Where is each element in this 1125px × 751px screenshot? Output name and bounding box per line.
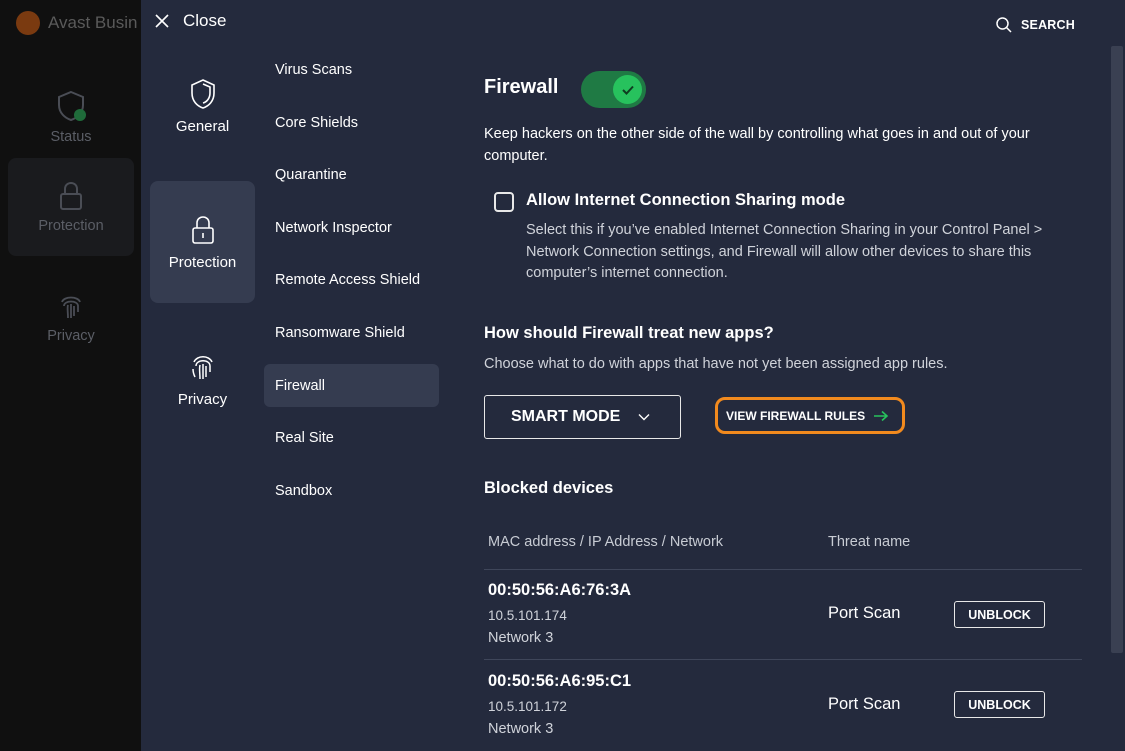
row-network: Network 3 <box>488 630 554 646</box>
row-mac-address: 00:50:56:A6:95:C1 <box>488 672 632 690</box>
mode-dropdown[interactable]: SMART MODE <box>484 395 681 439</box>
new-apps-description: Choose what to do with apps that have no… <box>484 356 948 372</box>
table-divider <box>484 569 1082 570</box>
submenu-real-site[interactable]: Real Site <box>264 416 439 459</box>
unblock-button[interactable]: UNBLOCK <box>954 601 1045 628</box>
view-firewall-rules-button[interactable]: VIEW FIREWALL RULES <box>715 397 905 434</box>
category-privacy[interactable]: Privacy <box>150 318 255 440</box>
bg-nav-privacy-label: Privacy <box>47 328 95 344</box>
avast-logo-icon <box>16 11 40 35</box>
category-protection[interactable]: Protection <box>150 181 255 303</box>
submenu-quarantine[interactable]: Quarantine <box>264 153 439 196</box>
submenu-ransomware-shield[interactable]: Ransomware Shield <box>264 311 439 354</box>
view-firewall-rules-label: VIEW FIREWALL RULES <box>726 408 866 423</box>
close-icon <box>155 14 169 28</box>
submenu-firewall[interactable]: Firewall <box>264 364 439 407</box>
scrollbar[interactable] <box>1111 46 1123 653</box>
search-label: SEARCH <box>1021 18 1075 32</box>
mode-dropdown-label: SMART MODE <box>511 408 621 425</box>
lock-icon <box>191 215 214 244</box>
page-title: Firewall <box>484 76 559 98</box>
fingerprint-icon <box>191 355 213 379</box>
bg-nav-privacy: Privacy <box>8 268 134 366</box>
firewall-description: Keep hackers on the other side of the wa… <box>484 126 1030 164</box>
search-icon <box>996 17 1012 33</box>
toggle-knob <box>613 75 642 104</box>
chevron-down-icon <box>638 414 650 421</box>
column-header-address: MAC address / IP Address / Network <box>488 534 724 550</box>
submenu-virus-scans[interactable]: Virus Scans <box>264 48 439 91</box>
row-ip-address: 10.5.101.172 <box>488 699 567 714</box>
lock-icon <box>60 181 82 210</box>
app-name: Avast Busin <box>48 13 138 32</box>
unblock-button[interactable]: UNBLOCK <box>954 691 1045 718</box>
row-network: Network 3 <box>488 721 554 737</box>
ics-checkbox[interactable] <box>494 192 514 212</box>
category-protection-label: Protection <box>168 253 237 271</box>
fingerprint-icon <box>61 296 81 319</box>
bg-nav-protection-label: Protection <box>38 218 104 234</box>
bg-nav-status: Status <box>8 68 134 166</box>
submenu-remote-access-shield[interactable]: Remote Access Shield <box>264 258 439 301</box>
row-ip-address: 10.5.101.174 <box>488 608 567 623</box>
category-privacy-label: Privacy <box>177 390 228 408</box>
new-apps-title: How should Firewall treat new apps? <box>484 324 774 342</box>
bg-nav-protection: Protection <box>8 158 134 256</box>
close-label: Close <box>183 11 227 30</box>
checkmark-icon <box>621 85 634 95</box>
close-button[interactable]: Close <box>155 11 226 31</box>
background-app: Avast Busin Status Protection Privacy <box>0 0 141 751</box>
app-logo: Avast Busin <box>16 11 137 35</box>
category-general[interactable]: General <box>150 45 255 167</box>
column-header-threat: Threat name <box>828 534 911 550</box>
blocked-devices-title: Blocked devices <box>484 479 614 497</box>
arrow-right-icon <box>874 410 889 421</box>
ics-description: Select this if you’ve enabled Internet C… <box>526 222 1043 281</box>
table-divider <box>484 659 1082 660</box>
row-threat-name: Port Scan <box>828 604 901 622</box>
firewall-toggle[interactable] <box>581 71 646 108</box>
search-button[interactable]: SEARCH <box>995 16 1075 34</box>
row-mac-address: 00:50:56:A6:76:3A <box>488 581 632 599</box>
shield-check-icon <box>58 90 86 122</box>
bg-nav-status-label: Status <box>50 129 92 145</box>
row-threat-name: Port Scan <box>828 695 901 713</box>
category-general-label: General <box>175 117 230 135</box>
ics-label[interactable]: Allow Internet Connection Sharing mode <box>526 191 845 210</box>
submenu-core-shields[interactable]: Core Shields <box>264 101 439 144</box>
shield-icon <box>190 78 215 109</box>
submenu-network-inspector[interactable]: Network Inspector <box>264 206 439 249</box>
submenu-sandbox[interactable]: Sandbox <box>264 469 439 512</box>
